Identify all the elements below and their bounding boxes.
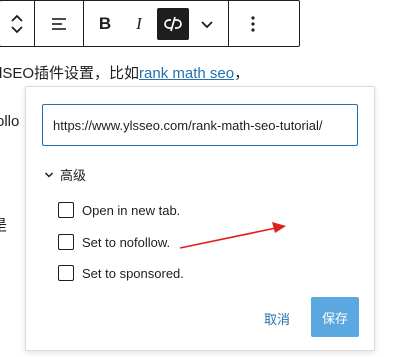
sponsored-label: Set to sponsored. (82, 265, 184, 281)
italic-icon[interactable]: I (122, 1, 156, 46)
paragraph-text-partial: ollo (0, 113, 20, 130)
paragraph-text: lSEO插件设置，比如 (0, 65, 140, 82)
link-settings-popover: 高级 Open in new tab. Set to nofollow. Set… (25, 86, 375, 351)
open-new-tab-checkbox[interactable] (58, 202, 74, 218)
toolbar-group-more (229, 1, 277, 46)
nofollow-checkbox[interactable] (58, 234, 74, 250)
advanced-toggle[interactable]: 高级 (44, 165, 86, 184)
move-up-down-icon[interactable] (0, 1, 34, 46)
save-button[interactable]: 保存 (311, 297, 359, 337)
open-new-tab-option[interactable]: Open in new tab. (58, 202, 180, 218)
chevron-down-icon (44, 171, 54, 178)
open-new-tab-label: Open in new tab. (82, 202, 181, 218)
sponsored-checkbox[interactable] (58, 265, 74, 281)
bold-icon[interactable]: B (88, 1, 122, 46)
nofollow-option[interactable]: Set to nofollow. (58, 234, 170, 250)
nofollow-label: Set to nofollow. (82, 234, 171, 250)
block-toolbar: B I (0, 0, 300, 47)
chevron-down-icon[interactable] (190, 1, 224, 46)
sponsored-option[interactable]: Set to sponsored. (58, 265, 184, 281)
advanced-label: 高级 (60, 168, 87, 183)
paragraph-punct: ， (234, 65, 250, 82)
unlink-button-pressed (157, 7, 189, 40)
toolbar-group-align (35, 1, 84, 46)
unlink-icon[interactable] (156, 1, 190, 46)
more-options-icon[interactable] (229, 1, 277, 46)
toolbar-group-format: B I (84, 1, 229, 46)
paragraph-line-2: ollo (0, 113, 19, 130)
editor-canvas: B I lSEO插件设置，比如rank math seo， ollo https… (0, 0, 405, 357)
rank-math-seo-link[interactable]: rank math seo (139, 65, 234, 82)
toolbar-group-move (0, 1, 35, 46)
align-left-icon[interactable] (35, 1, 83, 46)
paragraph-line-3: 是 (0, 214, 7, 235)
paragraph-text-partial: 是 (0, 217, 7, 234)
paragraph-line-1: lSEO插件设置，比如rank math seo， (0, 62, 249, 83)
cancel-button[interactable]: 取消 (264, 309, 290, 328)
link-url-input[interactable] (42, 104, 358, 146)
